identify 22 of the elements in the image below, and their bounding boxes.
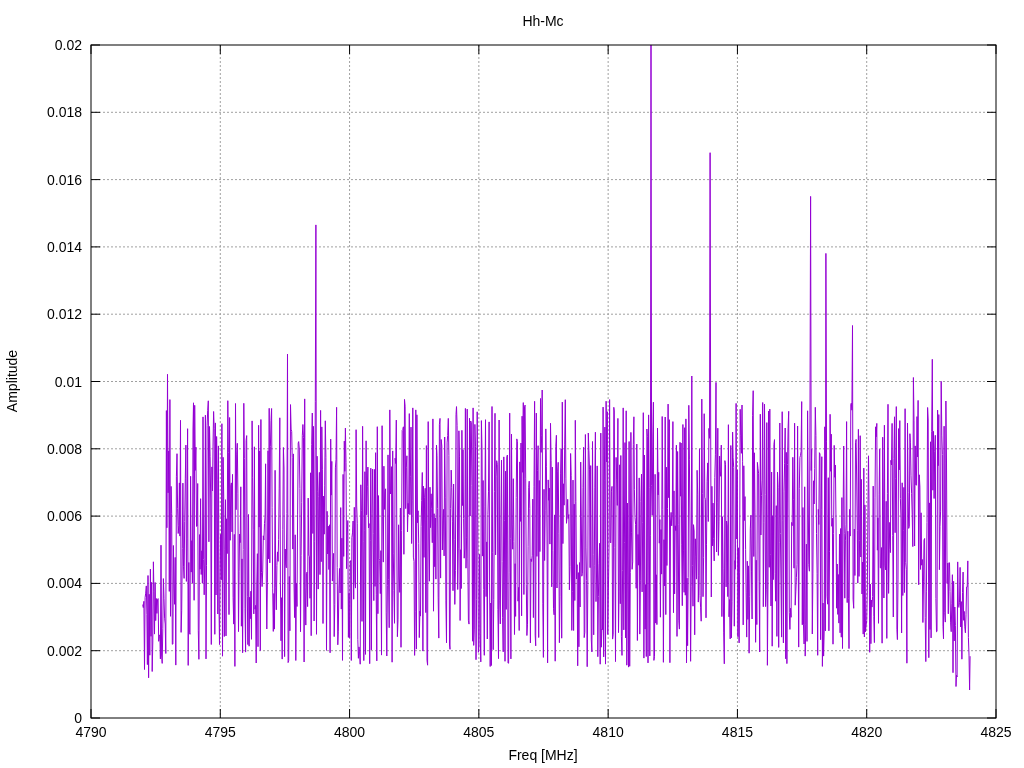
tick-label: 4790 [75,724,107,740]
tick-label: 0.016 [46,171,82,188]
tick-label: 0.004 [46,575,82,592]
axis-label: Freq [MHz] [508,747,578,763]
tick-label: 4805 [463,724,495,740]
tick-label: 4825 [980,724,1012,740]
tick-label: 0 [74,710,82,726]
tick-label: 4800 [334,724,366,740]
tick-label: 4815 [721,724,753,740]
tick-label: 0.012 [46,306,82,323]
tick-label: 0.01 [54,373,82,390]
tick-label: 0.006 [46,508,82,525]
tick-label: 0.018 [46,104,82,121]
tick-label: 0.008 [46,440,82,457]
tick-label: 4810 [592,724,624,740]
axis-label: Amplitude [4,349,20,413]
tick-label: 4820 [851,724,883,740]
tick-label: 0.02 [54,37,82,53]
tick-label: 0.002 [46,642,82,659]
chart-title: Hh-Mc [522,13,564,29]
tick-label: 0.014 [46,238,82,255]
tick-label: 4795 [204,724,236,740]
